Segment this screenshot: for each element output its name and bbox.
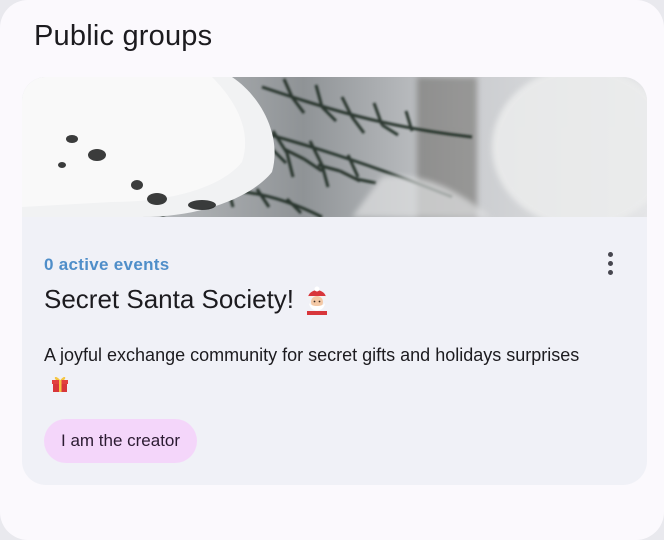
more-vert-icon (607, 251, 613, 257)
active-events-count: 0 active events (44, 255, 170, 274)
creator-chip[interactable]: I am the creator (44, 419, 198, 463)
group-title-text: Secret Santa Society! (44, 284, 295, 314)
group-description-text: A joyful exchange community for secret g… (44, 345, 580, 365)
santa-icon (307, 286, 328, 315)
more-vert-icon-dot (607, 260, 613, 266)
more-options-button[interactable] (598, 249, 622, 277)
section-title: Public groups (34, 20, 213, 52)
public-groups-panel: Public groups 0 active events Secret San… (0, 0, 664, 540)
group-description: A joyful exchange community for secret g… (44, 341, 604, 399)
creator-chip-label: I am the creator (61, 431, 181, 450)
group-card[interactable]: 0 active events Secret Santa Society! A … (22, 77, 647, 485)
group-cover-image (22, 77, 647, 217)
more-vert-icon-dot (607, 269, 613, 275)
group-title[interactable]: Secret Santa Society! (44, 284, 332, 315)
gift-icon (52, 376, 68, 392)
